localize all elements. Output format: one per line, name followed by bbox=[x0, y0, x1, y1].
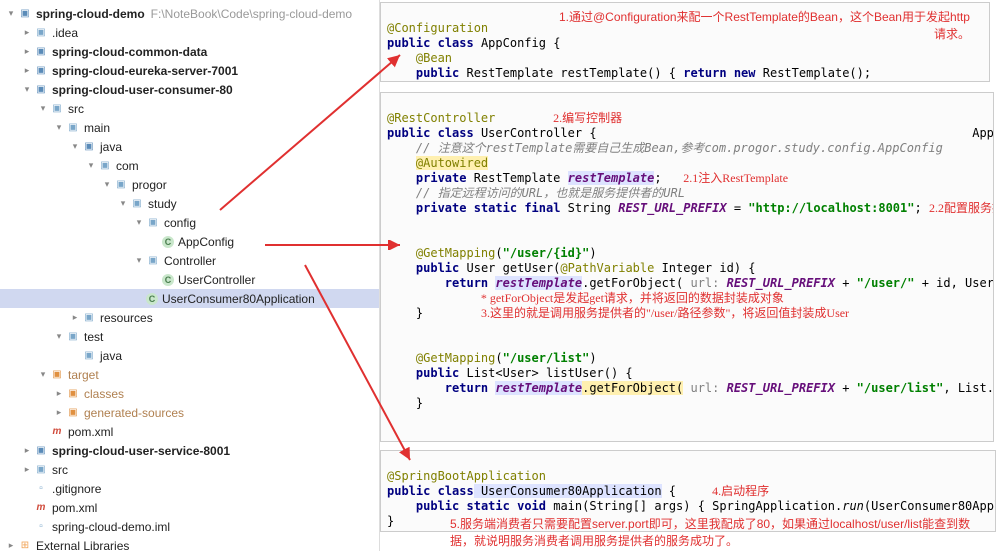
annotation-3a: * getForObject是发起get请求，并将返回的数据封装成对象 bbox=[481, 291, 784, 305]
tree-item-controller[interactable]: ▾▣Controller bbox=[0, 251, 379, 270]
tree-item-test[interactable]: ▾▣test bbox=[0, 327, 379, 346]
chevron-down-icon: ▾ bbox=[134, 255, 144, 266]
tree-item-gensources[interactable]: ▸▣generated-sources bbox=[0, 403, 379, 422]
package-icon: ▣ bbox=[114, 178, 128, 192]
resources-folder-icon: ▣ bbox=[82, 311, 96, 325]
tree-item-src[interactable]: ▾▣src bbox=[0, 99, 379, 118]
tree-item-eureka[interactable]: ▸▣spring-cloud-eureka-server-7001 bbox=[0, 61, 379, 80]
annotation-2: 2.编写控制器 bbox=[553, 111, 622, 125]
project-tree-panel: ▾▣spring-cloud-demoF:\NoteBook\Code\spri… bbox=[0, 0, 380, 551]
tree-item-test-java[interactable]: ▣java bbox=[0, 346, 379, 365]
tree-item-iml[interactable]: ▫spring-cloud-demo.iml bbox=[0, 517, 379, 536]
annotation-4: 4.启动程序 bbox=[712, 484, 769, 498]
chevron-down-icon: ▾ bbox=[102, 179, 112, 190]
module-icon: ▣ bbox=[34, 83, 48, 97]
tree-item-appconfig[interactable]: CAppConfig bbox=[0, 232, 379, 251]
tree-item-classes[interactable]: ▸▣classes bbox=[0, 384, 379, 403]
package-icon: ▣ bbox=[146, 254, 160, 268]
tree-item-idea[interactable]: ▸▣.idea bbox=[0, 23, 379, 42]
tree-item-common[interactable]: ▸▣spring-cloud-common-data bbox=[0, 42, 379, 61]
tree-item-com[interactable]: ▾▣com bbox=[0, 156, 379, 175]
class-icon: C bbox=[146, 293, 158, 305]
tree-item-target[interactable]: ▾▣target bbox=[0, 365, 379, 384]
tree-item-consumer[interactable]: ▾▣spring-cloud-user-consumer-80 bbox=[0, 80, 379, 99]
warning-bulb-icon[interactable]: 💡 bbox=[380, 375, 381, 390]
chevron-down-icon: ▾ bbox=[54, 122, 64, 133]
package-icon: ▣ bbox=[130, 197, 144, 211]
editor-area: @Configuration public class AppConfig { … bbox=[380, 0, 1000, 551]
folder-icon: ▣ bbox=[50, 102, 64, 116]
chevron-down-icon: ▾ bbox=[70, 141, 80, 152]
class-icon: C bbox=[162, 274, 174, 286]
chevron-right-icon: ▸ bbox=[70, 312, 80, 323]
library-icon: ⊞ bbox=[18, 539, 32, 551]
tree-item-userservice[interactable]: ▸▣spring-cloud-user-service-8001 bbox=[0, 441, 379, 460]
chevron-right-icon: ▸ bbox=[54, 407, 64, 418]
chevron-down-icon: ▾ bbox=[54, 331, 64, 342]
code-panel-usercontroller[interactable]: @RestController 2.编写控制器 public class Use… bbox=[380, 92, 994, 442]
tree-item-userconsumer-app[interactable]: CUserConsumer80Application bbox=[0, 289, 379, 308]
package-icon: ▣ bbox=[146, 216, 160, 230]
module-icon: ▣ bbox=[34, 64, 48, 78]
annotation-5: 5.服务端消费者只需要配置server.port即可，这里我配成了80，如果通过… bbox=[450, 515, 990, 549]
tree-item-study[interactable]: ▾▣study bbox=[0, 194, 379, 213]
source-folder-icon: ▣ bbox=[82, 140, 96, 154]
file-icon: ▫ bbox=[34, 482, 48, 496]
chevron-down-icon: ▾ bbox=[38, 103, 48, 114]
tree-item-usercontroller[interactable]: CUserController bbox=[0, 270, 379, 289]
chevron-down-icon: ▾ bbox=[38, 369, 48, 380]
chevron-down-icon: ▾ bbox=[134, 217, 144, 228]
tree-item-pom-root[interactable]: mpom.xml bbox=[0, 498, 379, 517]
chevron-right-icon: ▸ bbox=[22, 445, 32, 456]
chevron-right-icon: ▸ bbox=[54, 388, 64, 399]
tree-item-gitignore[interactable]: ▫.gitignore bbox=[0, 479, 379, 498]
chevron-down-icon: ▾ bbox=[118, 198, 128, 209]
tree-item-config[interactable]: ▾▣config bbox=[0, 213, 379, 232]
tree-item-resources[interactable]: ▸▣resources bbox=[0, 308, 379, 327]
package-icon: ▣ bbox=[98, 159, 112, 173]
maven-icon: m bbox=[50, 425, 64, 439]
tree-item-pom-consumer[interactable]: mpom.xml bbox=[0, 422, 379, 441]
file-icon: ▫ bbox=[34, 520, 48, 534]
module-icon: ▣ bbox=[18, 7, 32, 21]
annotation-1: 1.通过@Configuration来配一个RestTemplate的Bean，… bbox=[550, 8, 970, 42]
chevron-right-icon: ▸ bbox=[6, 540, 16, 551]
tree-item-progor[interactable]: ▾▣progor bbox=[0, 175, 379, 194]
folder-icon: ▣ bbox=[66, 330, 80, 344]
project-tree[interactable]: ▾▣spring-cloud-demoF:\NoteBook\Code\spri… bbox=[0, 0, 379, 551]
chevron-right-icon: ▸ bbox=[22, 464, 32, 475]
chevron-right-icon: ▸ bbox=[22, 27, 32, 38]
module-icon: ▣ bbox=[34, 45, 48, 59]
chevron-down-icon: ▾ bbox=[22, 84, 32, 95]
tree-root[interactable]: ▾▣spring-cloud-demoF:\NoteBook\Code\spri… bbox=[0, 4, 379, 23]
class-icon: C bbox=[162, 236, 174, 248]
chevron-right-icon: ▸ bbox=[22, 46, 32, 57]
tree-external-libs[interactable]: ▸⊞External Libraries bbox=[0, 536, 379, 551]
chevron-down-icon: ▾ bbox=[6, 8, 16, 19]
maven-icon: m bbox=[34, 501, 48, 515]
folder-icon: ▣ bbox=[66, 121, 80, 135]
chevron-down-icon: ▾ bbox=[86, 160, 96, 171]
tree-item-src-root[interactable]: ▸▣src bbox=[0, 460, 379, 479]
annotation-22: 2.2配置服务提供者的路径 bbox=[929, 201, 994, 215]
tree-item-main[interactable]: ▾▣main bbox=[0, 118, 379, 137]
target-folder-icon: ▣ bbox=[50, 368, 64, 382]
annotation-21: 2.1注入RestTemplate bbox=[683, 171, 788, 185]
tree-item-java[interactable]: ▾▣java bbox=[0, 137, 379, 156]
folder-icon: ▣ bbox=[34, 463, 48, 477]
folder-icon: ▣ bbox=[66, 387, 80, 401]
annotation-3b: 3.这里的就是调用服务提供者的"/user/路径参数"，将返回值封装成User bbox=[481, 306, 849, 320]
module-icon: ▣ bbox=[34, 444, 48, 458]
folder-icon: ▣ bbox=[66, 406, 80, 420]
folder-icon: ▣ bbox=[34, 26, 48, 40]
test-folder-icon: ▣ bbox=[82, 349, 96, 363]
chevron-right-icon: ▸ bbox=[22, 65, 32, 76]
